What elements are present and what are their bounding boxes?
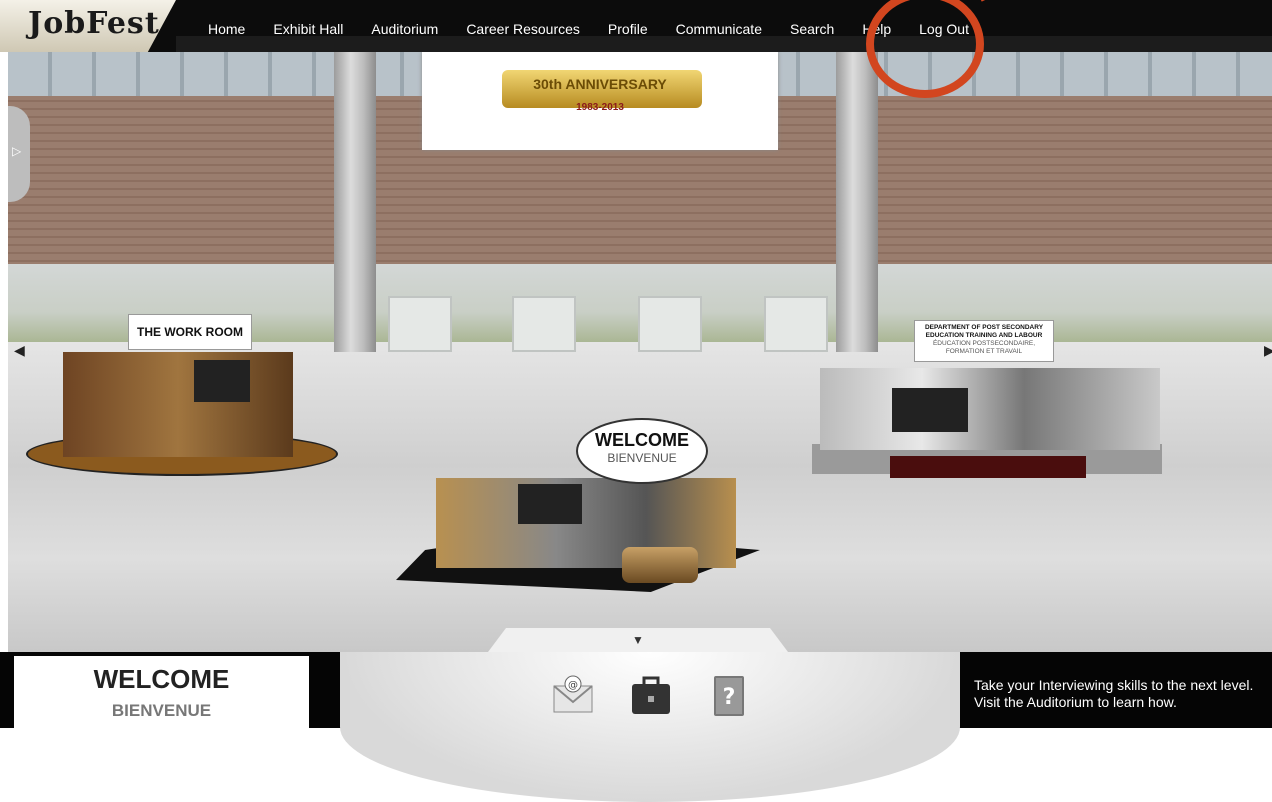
banner-ribbon-text: 30th ANNIVERSARY — [533, 76, 667, 92]
svg-text:?: ? — [723, 685, 736, 710]
welcome-box-subtitle: BIENVENUE — [111, 701, 212, 720]
play-right-icon: ▷ — [12, 144, 22, 158]
dept-sign-line: FORMATION ET TRAVAIL — [945, 348, 1023, 355]
tip-text: Take your Interviewing skills to the nex… — [974, 677, 1254, 710]
jobfest-logo[interactable]: JobFest — [0, 0, 176, 52]
workroom-sign[interactable]: THE WORK ROOM — [128, 314, 252, 350]
down-arrow-icon: ▼ — [632, 633, 644, 647]
top-navigation-bar: JobFest Home Exhibit Hall Auditorium Car… — [0, 0, 1272, 52]
scroll-right-icon[interactable]: ▶ — [1264, 342, 1272, 359]
exhibit-hall-scene[interactable]: 30th ANNIVERSARY 1983-2013 ▷ ◀ ▶ THE WOR… — [8, 52, 1272, 652]
door — [764, 296, 828, 352]
anniversary-banner: 30th ANNIVERSARY 1983-2013 — [422, 52, 778, 150]
briefcase-icon[interactable] — [628, 672, 674, 718]
welcome-booth-screen — [518, 484, 582, 524]
nav-home[interactable]: Home — [194, 0, 259, 52]
welcome-booth-desk — [622, 547, 698, 583]
door — [388, 296, 452, 352]
logo-text: JobFest — [28, 6, 160, 41]
dept-sign-line: DEPARTMENT OF POST SECONDARY — [924, 324, 1044, 331]
banner-years: 1983-2013 — [576, 102, 624, 113]
door — [638, 296, 702, 352]
svg-text:@: @ — [568, 680, 578, 691]
workroom-booth[interactable] — [63, 352, 293, 457]
dept-sign[interactable]: DEPARTMENT OF POST SECONDARY EDUCATION T… — [914, 320, 1054, 362]
nav-search[interactable]: Search — [776, 0, 848, 52]
mail-icon[interactable]: @ — [550, 672, 596, 718]
help-book-icon[interactable]: ? — [706, 672, 752, 718]
bottom-panel: WELCOME BIENVENUE @ ? Take your Intervie… — [0, 652, 1272, 802]
pillar — [334, 52, 376, 352]
workroom-screen — [194, 360, 250, 402]
main-nav: Home Exhibit Hall Auditorium Career Reso… — [194, 0, 983, 52]
welcome-box-title: WELCOME — [93, 664, 230, 694]
nav-communicate[interactable]: Communicate — [662, 0, 776, 52]
welcome-box: WELCOME BIENVENUE — [14, 656, 309, 728]
pillar — [836, 52, 878, 352]
dept-booth[interactable] — [820, 368, 1160, 450]
nav-auditorium[interactable]: Auditorium — [357, 0, 452, 52]
welcome-bubble-main: WELCOME — [595, 430, 689, 450]
left-panel-toggle[interactable]: ▷ — [8, 106, 30, 202]
dept-screen — [892, 388, 968, 432]
dept-sign-line: EDUCATION TRAINING AND LABOUR — [925, 332, 1043, 339]
door — [512, 296, 576, 352]
nav-exhibit-hall[interactable]: Exhibit Hall — [259, 0, 357, 52]
welcome-bubble[interactable]: WELCOME BIENVENUE — [576, 418, 708, 484]
expand-down-toggle[interactable]: ▼ — [488, 628, 788, 652]
nav-profile[interactable]: Profile — [594, 0, 662, 52]
welcome-bubble-sub: BIENVENUE — [607, 451, 677, 465]
dept-carpet — [890, 456, 1086, 478]
dept-sign-line: ÉDUCATION POSTSECONDAIRE, — [932, 340, 1036, 347]
nav-career-resources[interactable]: Career Resources — [452, 0, 594, 52]
scroll-left-icon[interactable]: ◀ — [14, 342, 25, 359]
